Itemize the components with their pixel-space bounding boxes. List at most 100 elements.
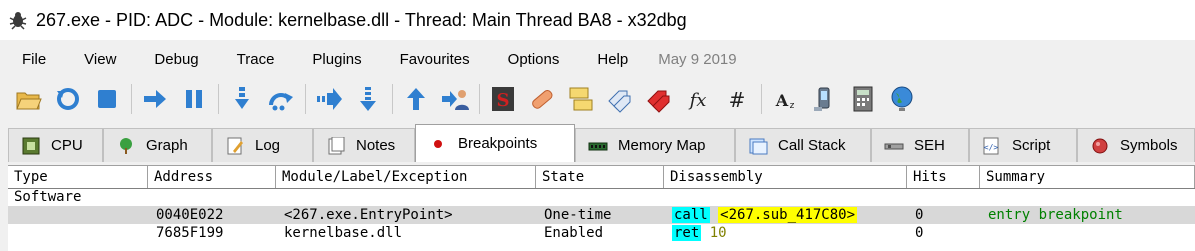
strings-button[interactable]: Az — [768, 82, 802, 116]
toolbar-separator — [218, 84, 219, 114]
tab-graph[interactable]: Graph — [103, 128, 212, 162]
tab-call-stack[interactable]: Call Stack — [735, 128, 871, 162]
log-icon — [227, 137, 243, 154]
functions-icon: fx — [688, 90, 707, 111]
globe-button[interactable] — [885, 82, 919, 116]
svg-text:</>: </> — [984, 143, 999, 152]
step-into-icon — [235, 87, 249, 109]
memory-icon — [588, 142, 608, 150]
functions-button[interactable]: fx — [681, 82, 715, 116]
menu-trace[interactable]: Trace — [215, 51, 291, 68]
column-header-type[interactable]: Type — [8, 166, 148, 188]
table-row[interactable]: 7685F199 kernelbase.dll Enabled ret 10 0 — [8, 224, 1195, 242]
tab-label: Call Stack — [778, 137, 846, 154]
menu-file[interactable]: File — [0, 51, 62, 68]
column-header-disassembly[interactable]: Disassembly — [664, 166, 907, 188]
run-icon — [144, 90, 166, 108]
trace-into-icon — [317, 88, 342, 110]
scylla-button[interactable]: S — [486, 82, 520, 116]
view-tabs: CPU Graph Log Notes Breakpoints Memory M… — [8, 124, 1195, 162]
tab-memory-map[interactable]: Memory Map — [575, 128, 735, 162]
tab-label: Notes — [356, 137, 396, 154]
column-header-summary[interactable]: Summary — [980, 166, 1195, 188]
calculator-button[interactable] — [846, 82, 880, 116]
stop-icon — [98, 90, 116, 108]
disassembly-cell: call <267.sub_417C80> — [664, 206, 907, 224]
variables-icon: # — [729, 88, 746, 112]
patch-icon — [532, 90, 553, 109]
tab-cpu[interactable]: CPU — [8, 128, 103, 162]
tab-breakpoints[interactable]: Breakpoints — [415, 124, 575, 162]
toolbar-separator — [392, 84, 393, 114]
toolbar-separator — [305, 84, 306, 114]
tab-seh[interactable]: SEH — [871, 128, 969, 162]
open-button[interactable] — [12, 82, 46, 116]
table-header: Type Address Module/Label/Exception Stat… — [8, 166, 1195, 189]
bookmarks-button[interactable] — [642, 82, 676, 116]
svg-text:z: z — [790, 101, 795, 111]
bookmarks-icon — [647, 90, 670, 113]
step-over-button[interactable] — [264, 82, 298, 116]
menu-debug[interactable]: Debug — [132, 51, 214, 68]
breakpoints-table: Type Address Module/Label/Exception Stat… — [8, 165, 1195, 251]
pause-button[interactable] — [177, 82, 211, 116]
module-cell: kernelbase.dll — [284, 225, 403, 241]
execute-till-return-button[interactable] — [399, 82, 433, 116]
tab-label: Graph — [146, 137, 188, 154]
tab-script[interactable]: </> Script — [969, 128, 1077, 162]
stop-button[interactable] — [90, 82, 124, 116]
step-into-button[interactable] — [225, 82, 259, 116]
column-header-hits[interactable]: Hits — [907, 166, 980, 188]
title-bar: 267.exe - PID: ADC - Module: kernelbase.… — [0, 0, 1195, 40]
breakpoint-icon — [434, 139, 442, 148]
state-cell: One-time — [544, 207, 612, 223]
tab-notes[interactable]: Notes — [313, 128, 415, 162]
comments-button[interactable] — [564, 82, 598, 116]
hits-cell: 0 — [915, 225, 924, 241]
column-header-module[interactable]: Module/Label/Exception — [276, 166, 536, 188]
toolbar-separator — [761, 84, 762, 114]
run-to-user-code-button[interactable] — [438, 82, 472, 116]
tab-log[interactable]: Log — [212, 128, 313, 162]
menu-options[interactable]: Options — [486, 51, 576, 68]
window-title: 267.exe - PID: ADC - Module: kernelbase.… — [36, 9, 687, 30]
address-cell: 7685F199 — [156, 225, 224, 241]
trace-into-button[interactable] — [312, 82, 346, 116]
calls-icon — [814, 87, 830, 111]
menu-view[interactable]: View — [62, 51, 132, 68]
disassembly-cell: ret 10 — [664, 224, 907, 242]
tab-label: SEH — [914, 137, 945, 154]
labels-button[interactable] — [603, 82, 637, 116]
step-over-icon — [269, 93, 293, 111]
hits-cell: 0 — [915, 207, 924, 223]
patch-button[interactable] — [525, 82, 559, 116]
tab-label: Breakpoints — [458, 135, 538, 152]
column-header-state[interactable]: State — [536, 166, 664, 188]
column-header-address[interactable]: Address — [148, 166, 276, 188]
graph-icon — [120, 137, 132, 154]
group-row-software[interactable]: Software — [8, 189, 1195, 206]
instruction-mnemonic: call — [672, 207, 710, 223]
type-cell — [8, 206, 148, 224]
table-row[interactable]: 0040E022 <267.exe.EntryPoint> One-time c… — [8, 206, 1195, 224]
menu-favourites[interactable]: Favourites — [378, 51, 486, 68]
menu-plugins[interactable]: Plugins — [290, 51, 377, 68]
trace-over-icon — [360, 87, 376, 111]
svg-text:A: A — [775, 91, 789, 110]
variables-button[interactable]: # — [720, 82, 754, 116]
calls-button[interactable] — [807, 82, 841, 116]
comments-icon — [569, 87, 593, 111]
restart-button[interactable] — [51, 82, 85, 116]
globe-icon — [891, 86, 913, 111]
run-button[interactable] — [138, 82, 172, 116]
labels-icon — [608, 90, 631, 113]
menu-help[interactable]: Help — [575, 51, 644, 68]
trace-over-button[interactable] — [351, 82, 385, 116]
calculator-icon — [853, 86, 873, 112]
pause-icon — [186, 90, 202, 108]
svg-text:#: # — [729, 88, 746, 112]
toolbar: S fx # Az — [0, 78, 1195, 120]
tab-symbols[interactable]: Symbols — [1077, 128, 1195, 162]
bug-icon — [9, 12, 27, 30]
restart-icon — [57, 88, 79, 110]
